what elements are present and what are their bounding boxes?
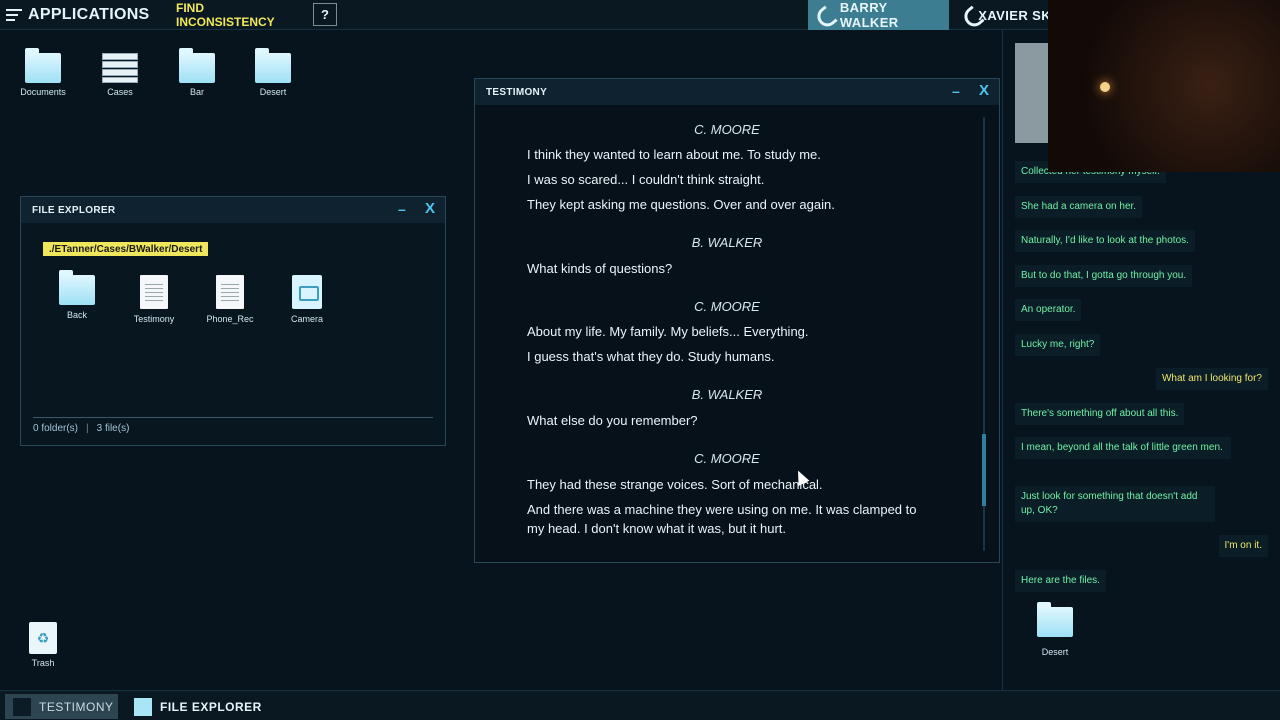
folder-icon [1037,602,1073,637]
document-icon [216,275,244,309]
file-item-phone-rec[interactable]: Phone_Rec [197,275,263,324]
recycle-icon: ♻ [29,622,57,654]
speaker-label: C. MOORE [694,122,760,137]
file-item-label: Back [66,310,87,320]
taskbar-label: TESTIMONY [39,699,114,714]
phone-icon [963,7,970,23]
chat-message: Just look for something that doesn't add… [1015,486,1215,522]
phone-icon [816,7,832,23]
testimony-line: They kept asking me questions. Over and … [527,197,835,212]
speaker-label: B. WALKER [691,387,763,402]
attachment-label: Desert [1041,647,1069,657]
contact-name: BARRY WALKER [839,0,899,30]
applications-menu-button[interactable]: APPLICATIONS [6,0,150,30]
contact-tab-barry-walker[interactable]: BARRY WALKER [808,0,949,30]
desktop-icon-label: Bar [189,87,204,97]
folder-back-icon [59,270,95,305]
desktop-icon-cases[interactable]: Cases [90,53,150,97]
chat-message: But to do that, I gotta go through you. [1015,265,1193,287]
separator: | [86,423,89,434]
webcam-overlay [1048,0,1280,172]
contact-tab-xavier[interactable]: XAVIER SKI [955,0,1055,30]
chat-message: There's something off about all this. [1015,403,1185,425]
taskbar-item-testimony[interactable]: TESTIMONY [5,694,118,719]
chat-message: I mean, beyond all the talk of little gr… [1015,437,1231,459]
folder-icon [255,48,291,83]
desktop-icon-bar[interactable]: Bar [167,48,227,97]
desktop-icon-label: Desert [259,87,287,97]
file-explorer-title-bar[interactable]: FILE EXPLORER [21,197,445,223]
taskbar: TESTIMONY FILE EXPLORER [0,690,1280,720]
testimony-line: I guess that's what they do. Study human… [527,349,775,364]
chat-message-me: I'm on it. [1218,535,1268,557]
chat-attachment-desert[interactable]: Desert [1033,602,1077,657]
folder-icon [179,48,215,83]
camera-icon [292,275,322,309]
document-icon [13,697,31,716]
testimony-line: They had these strange voices. Sort of m… [527,477,823,492]
chat-message: She had a camera on her. [1015,196,1143,218]
cabinet-icon [102,53,138,83]
chat-message: Lucky me, right? [1015,334,1101,356]
close-icon[interactable]: X [979,82,989,99]
file-item-camera[interactable]: Camera [274,275,340,324]
file-item-label: Testimony [133,314,175,324]
testimony-line: About my life. My family. My beliefs... … [527,324,809,339]
find-inconsistency-button[interactable]: FIND INCONSISTENCY [176,0,304,30]
testimony-line: What else do you remember? [527,413,698,428]
file-explorer-status: 0 folder(s) | 3 file(s) [33,417,433,439]
desktop-icon-label: Trash [31,658,55,668]
document-icon [140,275,168,309]
chat-message-me: What am I looking for? [1155,368,1268,390]
testimony-line: I think they wanted to learn about me. T… [527,147,821,162]
desktop-icon-label: Documents [20,87,66,97]
candle-light [1100,82,1110,92]
chat-message: Here are the files. [1015,570,1106,592]
window-title: FILE EXPLORER [32,204,116,216]
contact-name: XAVIER SKI [978,7,1055,23]
path-breadcrumb: ./ETanner/Cases/BWalker/Desert [43,242,209,256]
desktop-icon-label: Cases [107,87,133,97]
hamburger-icon [6,9,22,21]
close-icon[interactable]: X [425,200,435,217]
file-count: 3 file(s) [96,423,130,434]
scrollbar-thumb[interactable] [982,434,986,506]
desktop-icon-documents[interactable]: Documents [13,48,73,97]
help-button[interactable]: ? [313,3,337,26]
speaker-label: C. MOORE [694,299,760,314]
testimony-window: TESTIMONY – X C. MOORE I think they want… [474,78,1000,563]
testimony-line: What kinds of questions? [527,261,673,276]
file-item-back[interactable]: Back [44,270,110,320]
file-explorer-window: FILE EXPLORER – X ./ETanner/Cases/BWalke… [20,196,446,446]
file-item-label: Phone_Rec [206,314,254,324]
desktop-icon-desert[interactable]: Desert [243,48,303,97]
testimony-title-bar[interactable]: TESTIMONY [475,79,999,105]
file-item-testimony[interactable]: Testimony [121,275,187,324]
minimize-icon[interactable]: – [952,83,964,99]
minimize-icon[interactable]: – [398,201,410,217]
desktop-icon-trash[interactable]: ♻ Trash [13,622,73,668]
speaker-label: C. MOORE [694,451,760,466]
applications-label: APPLICATIONS [28,6,150,23]
file-item-label: Camera [290,314,323,324]
folder-icon [134,697,152,716]
testimony-transcript: C. MOORE I think they wanted to learn ab… [475,105,985,563]
speaker-label: B. WALKER [691,235,763,250]
folder-count: 0 folder(s) [33,423,79,434]
taskbar-label: FILE EXPLORER [160,699,262,714]
chat-message: An operator. [1015,299,1082,321]
chat-message: Naturally, I'd like to look at the photo… [1015,230,1195,252]
folder-icon [25,48,61,83]
window-title: TESTIMONY [486,86,548,98]
testimony-line: I was so scared... I couldn't think stra… [527,172,765,187]
testimony-line: And there was a machine they were using … [527,502,917,536]
taskbar-item-file-explorer[interactable]: FILE EXPLORER [126,694,266,719]
